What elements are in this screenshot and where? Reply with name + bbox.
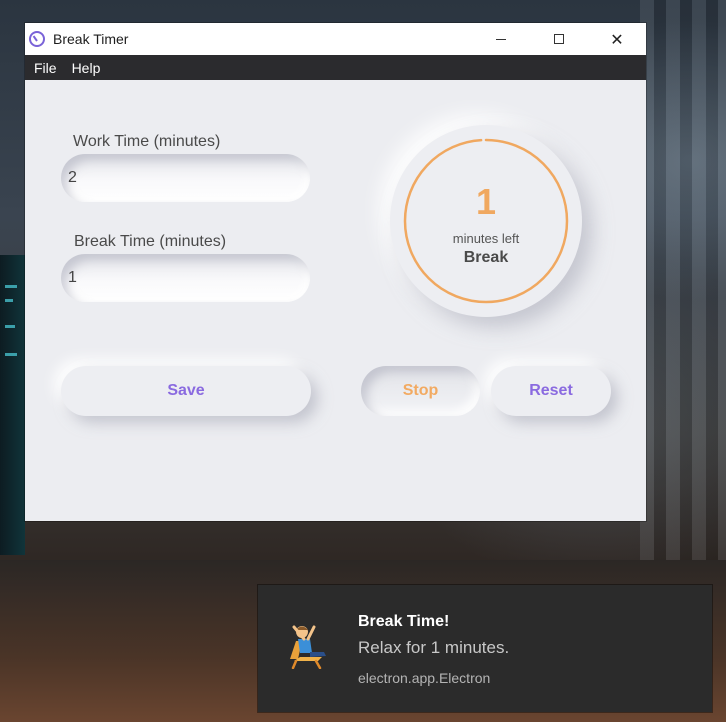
maximize-icon	[554, 34, 564, 44]
desktop-background	[640, 0, 726, 560]
countdown-display: 1 minutes left Break	[390, 125, 582, 317]
menu-bar: File Help	[25, 55, 646, 80]
close-icon: ✕	[610, 29, 624, 49]
timer-app-icon	[29, 31, 45, 47]
minutes-left-value: 1	[475, 181, 497, 222]
main-content: Work Time (minutes) Break Time (minutes)…	[25, 80, 646, 521]
desktop-background-laptop	[0, 255, 25, 555]
break-time-label: Break Time (minutes)	[74, 233, 227, 250]
app-window: Break Timer ✕ File Help Work Time (minut…	[25, 23, 646, 521]
timer-mode-label: Break	[463, 249, 509, 266]
work-time-input[interactable]	[61, 154, 310, 202]
window-controls: ✕	[472, 23, 646, 55]
reset-button[interactable]: Reset	[491, 366, 611, 416]
work-time-label: Work Time (minutes)	[73, 133, 221, 150]
minutes-left-caption: minutes left	[452, 231, 520, 246]
maximize-button[interactable]	[530, 23, 588, 55]
relaxing-person-icon	[290, 625, 326, 669]
menu-file[interactable]: File	[34, 60, 57, 76]
title-bar[interactable]: Break Timer ✕	[25, 23, 646, 55]
save-button[interactable]: Save	[61, 366, 311, 416]
minimize-button[interactable]	[472, 23, 530, 55]
close-button[interactable]: ✕	[588, 23, 646, 55]
notification-source: electron.app.Electron	[358, 670, 491, 686]
break-time-input[interactable]	[61, 254, 310, 302]
stop-button[interactable]: Stop	[361, 366, 480, 416]
minimize-icon	[496, 38, 506, 40]
notification-title: Break Time!	[358, 613, 450, 630]
notification-toast[interactable]: Break Time! Relax for 1 minutes. electro…	[258, 585, 712, 712]
notification-body: Relax for 1 minutes.	[358, 638, 510, 657]
menu-help[interactable]: Help	[72, 60, 101, 76]
window-title: Break Timer	[53, 31, 129, 47]
